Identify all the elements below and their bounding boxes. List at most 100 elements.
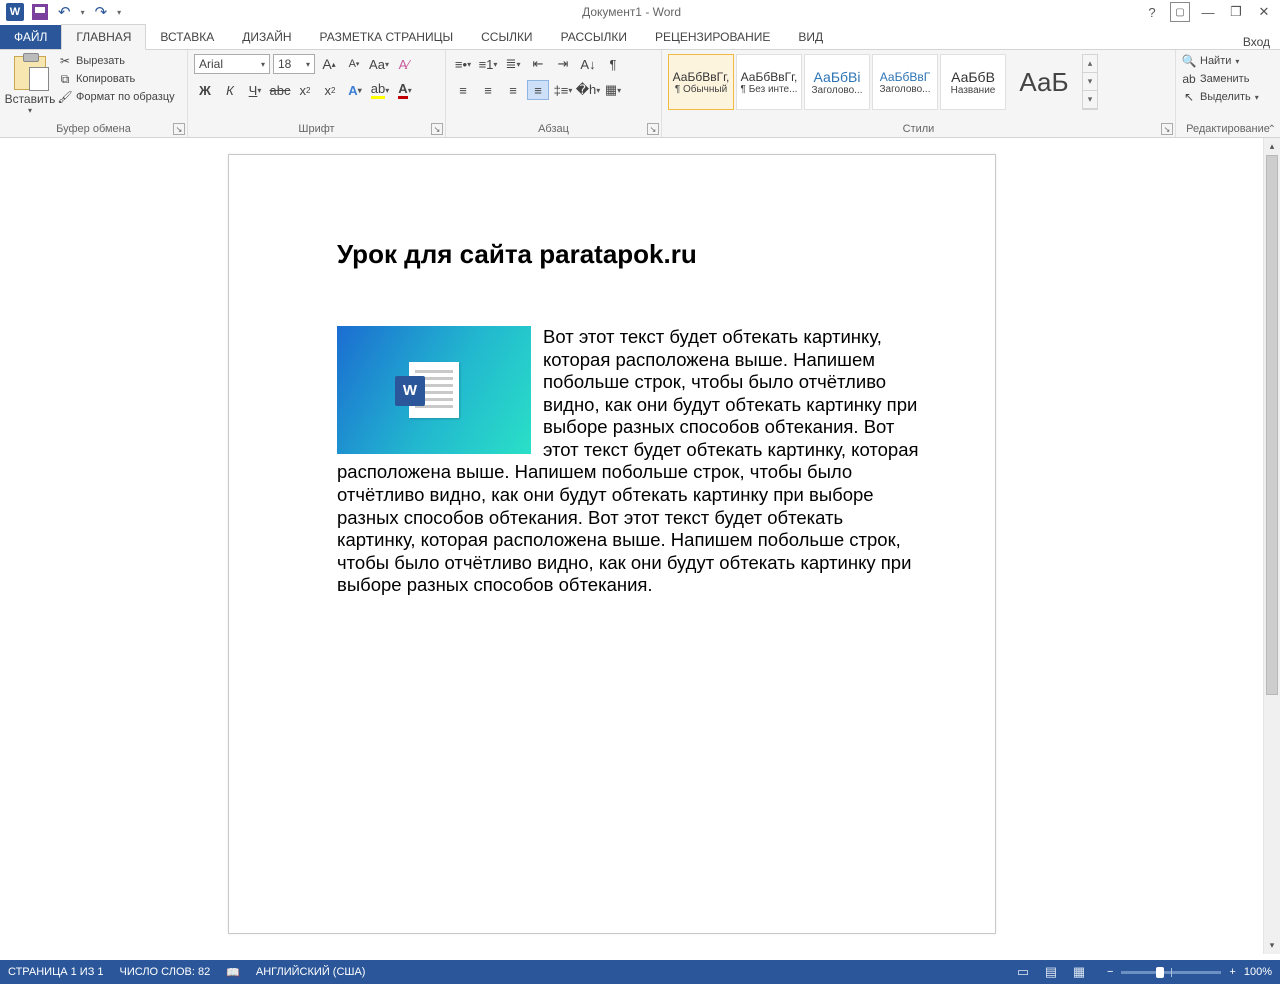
read-mode-icon[interactable]: ▭: [1011, 963, 1035, 981]
undo-icon[interactable]: ↶: [56, 3, 73, 21]
style-title[interactable]: АаБбВНазвание: [940, 54, 1006, 110]
tab-insert[interactable]: ВСТАВКА: [146, 25, 228, 49]
tab-layout[interactable]: РАЗМЕТКА СТРАНИЦЫ: [306, 25, 468, 49]
align-center-icon[interactable]: ≡: [477, 80, 499, 100]
font-color-icon[interactable]: A▾: [394, 80, 416, 100]
find-button[interactable]: 🔍Найти▾: [1182, 54, 1259, 68]
help-icon[interactable]: ?: [1142, 2, 1162, 22]
print-layout-icon[interactable]: ▤: [1039, 963, 1063, 981]
bullets-icon[interactable]: ≡•▾: [452, 54, 474, 74]
tab-view[interactable]: ВИД: [784, 25, 837, 49]
tab-design[interactable]: ДИЗАЙН: [228, 25, 305, 49]
collapse-ribbon-icon[interactable]: ⌃: [1268, 124, 1276, 135]
zoom-slider[interactable]: [1121, 971, 1221, 974]
italic-button[interactable]: К: [219, 80, 241, 100]
numbering-icon[interactable]: ≡1▾: [477, 54, 499, 74]
format-painter-button[interactable]: 🖌Формат по образцу: [58, 90, 175, 104]
copy-button[interactable]: ⧉Копировать: [58, 72, 175, 86]
tab-references[interactable]: ССЫЛКИ: [467, 25, 546, 49]
font-size-input[interactable]: 18▾: [273, 54, 315, 74]
dialog-launcher-icon[interactable]: ↘: [431, 123, 443, 135]
paste-label: Вставить: [5, 92, 56, 106]
wrapped-image[interactable]: W: [337, 326, 531, 454]
style-heading2[interactable]: АаБбВвГЗаголово...: [872, 54, 938, 110]
zoom-level[interactable]: 100%: [1244, 966, 1272, 978]
align-left-icon[interactable]: ≡: [452, 80, 474, 100]
close-icon[interactable]: ✕: [1254, 2, 1274, 22]
subscript-button[interactable]: x2: [294, 80, 316, 100]
web-layout-icon[interactable]: ▦: [1067, 963, 1091, 981]
proofing-icon[interactable]: 📖: [226, 966, 240, 979]
superscript-button[interactable]: x2: [319, 80, 341, 100]
group-label: Абзац: [452, 121, 655, 137]
group-styles: АаБбВвГг,¶ Обычный АаБбВвГг,¶ Без инте..…: [662, 50, 1176, 137]
cut-button[interactable]: ✂Вырезать: [58, 54, 175, 68]
decrease-indent-icon[interactable]: ⇤: [527, 54, 549, 74]
style-normal[interactable]: АаБбВвГг,¶ Обычный: [668, 54, 734, 110]
replace-button[interactable]: abЗаменить: [1182, 72, 1259, 86]
shading-icon[interactable]: �һ▾: [577, 80, 599, 100]
shrink-font-icon[interactable]: A▾: [343, 54, 365, 74]
vertical-scrollbar[interactable]: ▴ ▾: [1263, 138, 1280, 954]
scroll-thumb[interactable]: [1266, 155, 1278, 695]
ribbon-display-options-icon[interactable]: ▢: [1170, 2, 1190, 22]
change-case-icon[interactable]: Aa▾: [368, 54, 390, 74]
borders-icon[interactable]: ▦▾: [602, 80, 624, 100]
page-indicator[interactable]: СТРАНИЦА 1 ИЗ 1: [8, 966, 104, 978]
justify-icon[interactable]: ≡: [527, 80, 549, 100]
styles-more-icon[interactable]: ▾: [1083, 91, 1097, 109]
dialog-launcher-icon[interactable]: ↘: [647, 123, 659, 135]
document-body: W Вот этот текст будет обтекать картинку…: [337, 326, 923, 597]
replace-icon: ab: [1182, 72, 1196, 86]
scroll-up-icon[interactable]: ▴: [1264, 138, 1280, 155]
select-button[interactable]: ↖Выделить▾: [1182, 90, 1259, 104]
highlight-color-icon[interactable]: ab▾: [369, 80, 391, 100]
cursor-icon: ↖: [1182, 90, 1196, 104]
minimize-icon[interactable]: —: [1198, 2, 1218, 22]
paste-button[interactable]: Вставить ▾: [6, 54, 54, 115]
multilevel-list-icon[interactable]: ≣▾: [502, 54, 524, 74]
styles-gallery[interactable]: АаБбВвГг,¶ Обычный АаБбВвГг,¶ Без инте..…: [668, 54, 1098, 110]
quick-access-toolbar: W ↶▾ ↷ ▾: [0, 3, 121, 21]
status-bar: СТРАНИЦА 1 ИЗ 1 ЧИСЛО СЛОВ: 82 📖 АНГЛИЙС…: [0, 960, 1280, 984]
zoom-in-button[interactable]: +: [1229, 966, 1235, 978]
group-editing: 🔍Найти▾ abЗаменить ↖Выделить▾ Редактиров…: [1176, 50, 1280, 137]
bold-button[interactable]: Ж: [194, 80, 216, 100]
text-effects-icon[interactable]: A▾: [344, 80, 366, 100]
font-name-input[interactable]: Arial▾: [194, 54, 270, 74]
copy-icon: ⧉: [58, 72, 72, 86]
save-icon[interactable]: [32, 4, 48, 20]
clear-formatting-icon[interactable]: A⁄: [393, 54, 415, 74]
underline-button[interactable]: Ч▾: [244, 80, 266, 100]
language-indicator[interactable]: АНГЛИЙСКИЙ (США): [256, 966, 366, 978]
show-marks-icon[interactable]: ¶: [602, 54, 624, 74]
scroll-down-icon[interactable]: ▾: [1264, 937, 1280, 954]
dialog-launcher-icon[interactable]: ↘: [173, 123, 185, 135]
style-no-spacing[interactable]: АаБбВвГг,¶ Без инте...: [736, 54, 802, 110]
sort-icon[interactable]: A↓: [577, 54, 599, 74]
tab-review[interactable]: РЕЦЕНЗИРОВАНИЕ: [641, 25, 784, 49]
align-right-icon[interactable]: ≡: [502, 80, 524, 100]
group-label: Буфер обмена: [6, 121, 181, 137]
increase-indent-icon[interactable]: ⇥: [552, 54, 574, 74]
scroll-down-icon[interactable]: ▾: [1083, 73, 1097, 91]
document-area: Урок для сайта paratapok.ru W Вот этот т…: [0, 138, 1280, 954]
restore-icon[interactable]: ❐: [1226, 2, 1246, 22]
ribbon-tabs: ФАЙЛ ГЛАВНАЯ ВСТАВКА ДИЗАЙН РАЗМЕТКА СТР…: [0, 24, 1280, 50]
style-heading1[interactable]: АаБбВіЗаголово...: [804, 54, 870, 110]
redo-icon[interactable]: ↷: [93, 3, 110, 21]
tab-home[interactable]: ГЛАВНАЯ: [61, 24, 146, 50]
word-count[interactable]: ЧИСЛО СЛОВ: 82: [120, 966, 211, 978]
strikethrough-button[interactable]: abc: [269, 80, 291, 100]
scroll-up-icon[interactable]: ▴: [1083, 55, 1097, 73]
page[interactable]: Урок для сайта paratapok.ru W Вот этот т…: [228, 154, 996, 934]
grow-font-icon[interactable]: A▴: [318, 54, 340, 74]
undo-dropdown-icon[interactable]: ▾: [81, 8, 85, 17]
tab-file[interactable]: ФАЙЛ: [0, 25, 61, 49]
tab-mailings[interactable]: РАССЫЛКИ: [547, 25, 641, 49]
zoom-out-button[interactable]: −: [1107, 966, 1113, 978]
sign-in-link[interactable]: Вход: [1243, 35, 1270, 49]
line-spacing-icon[interactable]: ‡≡▾: [552, 80, 574, 100]
dialog-launcher-icon[interactable]: ↘: [1161, 123, 1173, 135]
chevron-down-icon: ▾: [28, 106, 32, 115]
